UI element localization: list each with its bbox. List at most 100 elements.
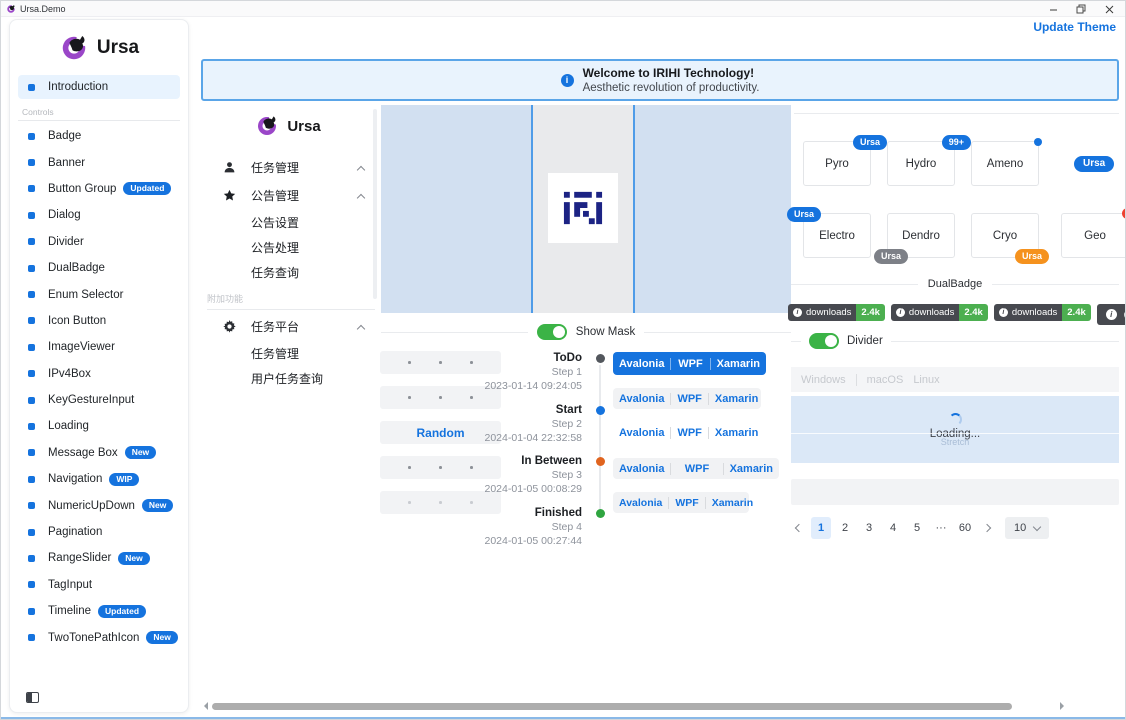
octet-dot [439, 396, 442, 399]
sidebar-item-message-box[interactable]: Message BoxNew [18, 440, 180, 466]
group-button-avalonia[interactable]: Avalonia [613, 393, 670, 405]
sidebar-item-dialog[interactable]: Dialog [18, 202, 180, 228]
pagination-next-button[interactable] [979, 517, 995, 539]
card-label: Ameno [987, 158, 1023, 170]
card-label: Geo [1084, 230, 1106, 242]
sidebar-item-navigation[interactable]: NavigationWIP [18, 466, 180, 492]
menu-logo: Ursa [197, 101, 379, 155]
pagination-page-1[interactable]: 1 [811, 517, 831, 539]
tab-linux[interactable]: Linux [913, 374, 939, 386]
update-theme-button[interactable]: Update Theme [1033, 20, 1116, 34]
sidebar-item-badge: WIP [109, 473, 139, 486]
sidebar-item-banner[interactable]: Banner [18, 149, 180, 175]
bullet-icon [28, 344, 35, 351]
banner-subtitle: Aesthetic revolution of productivity. [583, 81, 760, 95]
image-viewer[interactable] [381, 105, 791, 313]
sidebar-item-loading[interactable]: Loading [18, 413, 180, 439]
sidebar-item-numericupdown[interactable]: NumericUpDownNew [18, 492, 180, 518]
bullet-icon [28, 84, 35, 91]
dualbadge-key: downloads [806, 307, 851, 318]
minimize-button[interactable] [1039, 1, 1067, 17]
menu-group-label: 任务管理 [251, 159, 358, 176]
pagination-page-3[interactable]: 3 [859, 517, 879, 539]
sidebar-item-twotonepathicon[interactable]: TwoTonePathIconNew [18, 624, 180, 650]
viewer-clip-line-left[interactable] [531, 105, 533, 313]
pagination-page-60[interactable]: 60 [955, 517, 975, 539]
sidebar-item-ipv4box[interactable]: IPv4Box [18, 361, 180, 387]
menu-item-label: 公告处理 [251, 241, 299, 255]
sidebar-item-rangeslider[interactable]: RangeSliderNew [18, 545, 180, 571]
sidebar-item-taginput[interactable]: TagInput [18, 572, 180, 598]
horizontal-scrollbar[interactable] [196, 700, 1126, 712]
group-button-xamarin[interactable]: Xamarin [710, 358, 766, 370]
menu-item-task-query[interactable]: 任务查询 [197, 261, 379, 285]
scroll-right-arrow[interactable] [1060, 702, 1068, 710]
show-mask-toggle[interactable] [537, 324, 567, 340]
group-button-avalonia[interactable]: Avalonia [613, 427, 670, 439]
sidebar-item-label: IPv4Box [48, 368, 91, 380]
menu-logo-text: Ursa [287, 118, 320, 135]
group-button-wpf[interactable]: WPF [670, 358, 709, 370]
timeline-dot [596, 406, 605, 415]
sidebar-item-badge[interactable]: Badge [18, 123, 180, 149]
sidebar-collapse-icon[interactable] [26, 692, 39, 703]
divider-toggle[interactable] [809, 333, 839, 349]
menu-scrollbar-thumb[interactable] [373, 109, 377, 299]
group-button-avalonia[interactable]: Avalonia [613, 463, 670, 475]
sidebar-item-keygestureinput[interactable]: KeyGestureInput [18, 387, 180, 413]
group-button-avalonia[interactable]: Avalonia [613, 497, 668, 509]
viewer-clip-line-right[interactable] [633, 105, 635, 313]
menu-item-label: 任务查询 [251, 266, 299, 280]
sidebar-item-introduction[interactable]: Introduction [18, 75, 180, 99]
page-size-select[interactable]: 10 [1005, 517, 1049, 539]
card-label: Electro [819, 230, 855, 242]
group-button-wpf[interactable]: WPF [670, 463, 722, 475]
viewer-mask-left [381, 105, 531, 313]
sidebar-item-button-group[interactable]: Button GroupUpdated [18, 176, 180, 202]
sidebar-item-enum-selector[interactable]: Enum Selector [18, 281, 180, 307]
loading-demo: Loading... Stretch [791, 396, 1119, 463]
tab-macos[interactable]: macOS [867, 374, 904, 386]
menu-item-task-management-2[interactable]: 任务管理 [197, 342, 379, 366]
pagination-page-4[interactable]: 4 [883, 517, 903, 539]
pagination-page-2[interactable]: 2 [835, 517, 855, 539]
menu-group-task-platform[interactable]: 任务平台 [197, 314, 379, 339]
pagination-prev-button[interactable] [791, 517, 807, 539]
scroll-left-arrow[interactable] [200, 702, 208, 710]
dualbadge-value: 2.4k [959, 304, 988, 321]
octet-dot [439, 466, 442, 469]
sidebar-item-icon-button[interactable]: Icon Button [18, 308, 180, 334]
sidebar-item-imageviewer[interactable]: ImageViewer [18, 334, 180, 360]
pagination-page-5[interactable]: 5 [907, 517, 927, 539]
button-group-solid: AvaloniaWPFXamarin [613, 352, 766, 375]
sidebar-item-pagination[interactable]: Pagination [18, 519, 180, 545]
banner-title: Welcome to IRIHI Technology! [583, 66, 760, 81]
menu-item-user-task-query[interactable]: 用户任务查询 [197, 367, 379, 391]
badge-card-ameno: Ameno [971, 141, 1039, 186]
group-button-xamarin[interactable]: Xamarin [723, 463, 779, 475]
group-button-wpf[interactable]: WPF [670, 427, 707, 439]
timeline-dot [596, 354, 605, 363]
sidebar-item-dualbadge[interactable]: DualBadge [18, 255, 180, 281]
group-button-avalonia[interactable]: Avalonia [613, 358, 670, 370]
group-button-xamarin[interactable]: Xamarin [708, 393, 764, 405]
menu-item-announcement-processing[interactable]: 公告处理 [197, 236, 379, 260]
restore-button[interactable] [1067, 1, 1095, 17]
scrollbar-thumb[interactable] [212, 703, 1012, 710]
tab-windows[interactable]: Windows [801, 374, 846, 386]
sidebar-item-label: RangeSlider [48, 552, 111, 564]
menu-group-announcement-management[interactable]: 公告管理 [197, 183, 379, 208]
sidebar-item-divider[interactable]: Divider [18, 229, 180, 255]
badge-pill: Ursa [853, 135, 887, 150]
octet-dot [408, 396, 411, 399]
group-button-wpf[interactable]: WPF [668, 497, 704, 509]
sidebar-item-badge: New [125, 446, 156, 459]
group-button-wpf[interactable]: WPF [670, 393, 707, 405]
sidebar-item-timeline[interactable]: TimelineUpdated [18, 598, 180, 624]
sidebar-item-label: Enum Selector [48, 289, 123, 301]
menu-group-task-management[interactable]: 任务管理 [197, 155, 379, 180]
menu-item-announcement-settings[interactable]: 公告设置 [197, 211, 379, 235]
group-button-xamarin[interactable]: Xamarin [705, 497, 759, 509]
close-button[interactable] [1095, 1, 1123, 17]
group-button-xamarin[interactable]: Xamarin [708, 427, 764, 439]
